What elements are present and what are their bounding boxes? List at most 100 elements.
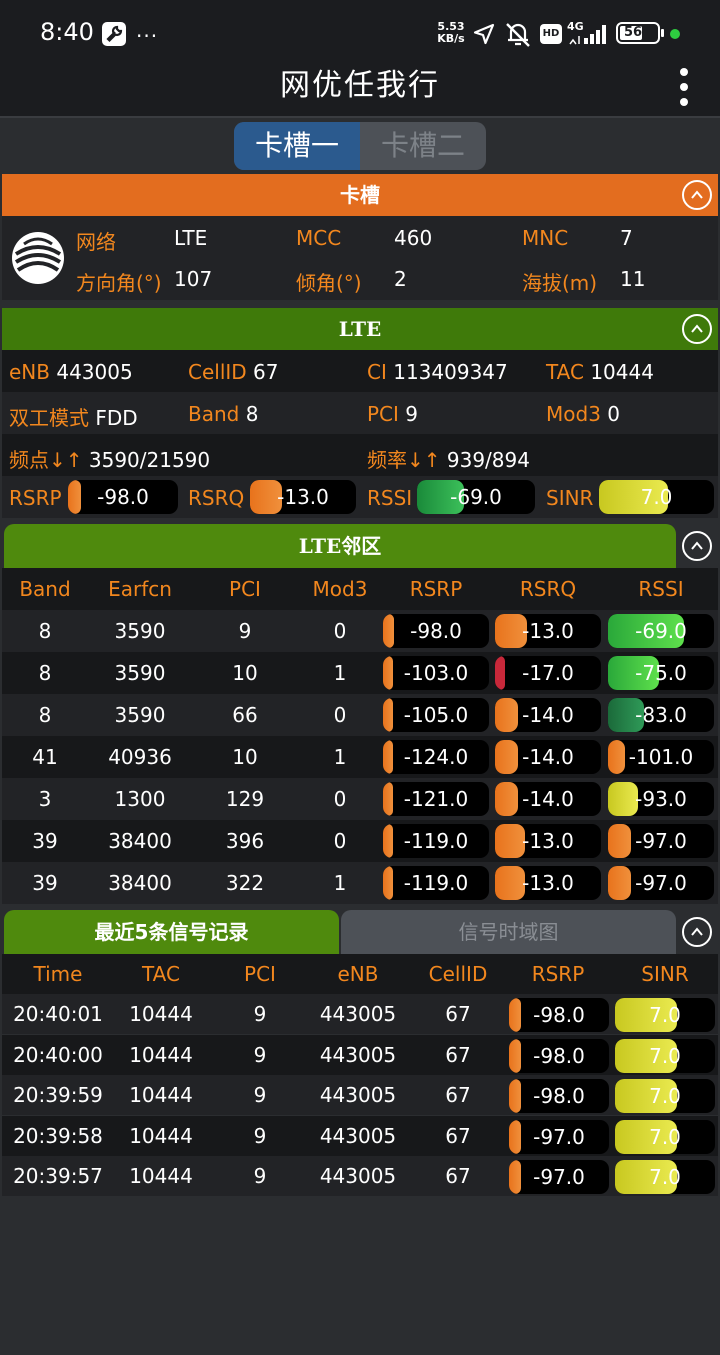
rsrq-bar-value: -13.0 <box>277 485 329 509</box>
neighbor-rsrq-bar: -13.0 <box>495 866 601 900</box>
records-col-time: Time <box>33 962 83 986</box>
collapse-records-icon[interactable] <box>682 917 712 947</box>
records-col-enb: eNB <box>337 962 379 986</box>
neighbor-rssi-bar-value: -69.0 <box>635 619 687 643</box>
label-mnc: MNC <box>522 226 569 250</box>
neighbor-rssi-bar: -101.0 <box>608 740 714 774</box>
value-tilt: 2 <box>394 267 407 291</box>
record-rsrp-bar: -98.0 <box>509 998 609 1032</box>
lte-cellid: CellID 67 <box>188 360 279 384</box>
neighbor-cell-mod3: 0 <box>333 703 347 727</box>
record-cell-cellid: 67 <box>445 1002 471 1026</box>
record-sinr-bar-value: 7.0 <box>649 1003 681 1027</box>
neighbor-cell-mod3: 0 <box>333 787 347 811</box>
record-rsrp-bar-value: -98.0 <box>533 1003 585 1027</box>
value-network: LTE <box>174 226 208 250</box>
records-col-sinr: SINR <box>641 962 689 986</box>
neighbor-rsrq-bar: -14.0 <box>495 698 601 732</box>
record-sinr-bar: 7.0 <box>615 1079 715 1113</box>
record-rsrp-bar-value: -98.0 <box>533 1043 585 1068</box>
record-cell-pci: 9 <box>253 1123 267 1148</box>
neighbors-col-rsrp: RSRP <box>409 577 463 601</box>
neighbor-rsrp-bar-value: -105.0 <box>403 703 469 727</box>
tab-sim-2[interactable]: 卡槽二 <box>360 122 486 170</box>
records-col-pci: PCI <box>244 962 276 986</box>
neighbor-rsrp-bar: -103.0 <box>383 656 489 690</box>
neighbor-rsrq-bar-value: -17.0 <box>522 661 574 685</box>
tab-sim-1[interactable]: 卡槽一 <box>234 122 360 170</box>
neighbor-cell-mod3: 1 <box>333 661 347 685</box>
record-rsrp-bar-value: -97.0 <box>533 1165 585 1189</box>
location-icon <box>472 22 496 50</box>
records-col-tac: TAC <box>142 962 180 986</box>
neighbor-cell-earfcn: 3590 <box>114 619 166 643</box>
neighbor-rsrp-bar-value: -119.0 <box>403 871 469 895</box>
neighbor-rsrp-bar: -124.0 <box>383 740 489 774</box>
neighbors-col-earfcn: Earfcn <box>108 577 172 601</box>
record-sinr-bar-value: 7.0 <box>649 1084 681 1108</box>
neighbor-cell-earfcn: 3590 <box>114 661 166 685</box>
label-rsrq: RSRQ <box>188 486 245 510</box>
more-menu-icon[interactable] <box>672 68 696 106</box>
app-title: 网优任我行 <box>280 68 440 103</box>
record-rsrp-bar: -97.0 <box>509 1119 609 1154</box>
record-cell-enb: 443005 <box>319 1002 397 1026</box>
lte-duplex: 双工模式 FDD <box>9 406 138 430</box>
neighbor-rssi-bar: -97.0 <box>608 824 714 858</box>
label-altitude: 海拔(m) <box>522 271 598 295</box>
record-rsrp-bar: -98.0 <box>509 1038 609 1073</box>
neighbor-rsrq-bar: -14.0 <box>495 782 601 816</box>
neighbors-col-rsrq: RSRQ <box>519 577 577 601</box>
record-cell-time: 20:39:59 <box>13 1083 103 1107</box>
record-rsrp-bar-value: -98.0 <box>533 1084 585 1108</box>
records-col-cellid: CellID <box>428 962 488 986</box>
neighbor-rsrp-bar: -119.0 <box>383 824 489 858</box>
lte-tac: TAC 10444 <box>546 360 654 384</box>
neighbor-rsrq-bar: -14.0 <box>495 740 601 774</box>
neighbor-rssi-bar: -97.0 <box>608 866 714 900</box>
collapse-neighbors-icon[interactable] <box>682 531 712 561</box>
lte-header: LTE <box>2 308 718 350</box>
rssi-bar-value: -69.0 <box>450 485 502 509</box>
neighbor-rsrp-bar: -121.0 <box>383 782 489 816</box>
collapse-lte-icon[interactable] <box>682 314 712 344</box>
signal-icon <box>568 22 610 50</box>
record-cell-pci: 9 <box>253 1083 267 1107</box>
lte-earfcn: 频点↓↑ 3590/21590 <box>9 448 211 472</box>
value-altitude: 11 <box>620 267 646 291</box>
neighbor-rsrq-bar-value: -13.0 <box>522 829 574 853</box>
neighbor-rssi-bar-value: -97.0 <box>635 871 687 895</box>
label-azimuth: 方向角(°) <box>76 271 162 295</box>
record-cell-time: 20:40:00 <box>13 1042 103 1067</box>
neighbor-rssi-bar-value: -101.0 <box>628 745 694 769</box>
record-cell-enb: 443005 <box>319 1042 397 1067</box>
sim-slot-tabs: 卡槽一 卡槽二 <box>234 122 486 170</box>
record-sinr-bar: 7.0 <box>615 1119 715 1154</box>
record-cell-pci: 9 <box>253 1002 267 1026</box>
tab-signal-timeline[interactable]: 信号时域图 <box>341 910 676 954</box>
label-rsrp: RSRP <box>9 486 62 510</box>
neighbor-rsrp-bar: -119.0 <box>383 866 489 900</box>
neighbor-cell-earfcn: 38400 <box>108 829 172 853</box>
wrench-icon <box>102 22 126 46</box>
lte-ci: CI 113409347 <box>367 360 508 384</box>
neighbor-cell-earfcn: 40936 <box>108 745 172 769</box>
neighbor-rsrp-bar-value: -98.0 <box>410 619 462 643</box>
record-sinr-bar-value: 7.0 <box>649 1124 681 1149</box>
neighbor-rsrq-bar-value: -14.0 <box>522 787 574 811</box>
neighbor-rsrp-bar-value: -119.0 <box>403 829 469 853</box>
neighbor-cell-earfcn: 38400 <box>108 871 172 895</box>
collapse-slot-icon[interactable] <box>682 180 712 210</box>
value-azimuth: 107 <box>174 267 213 291</box>
neighbor-rssi-bar-value: -83.0 <box>635 703 687 727</box>
battery-icon: 56 <box>616 22 664 44</box>
label-network: 网络 <box>76 230 116 254</box>
record-cell-tac: 10444 <box>129 1002 193 1026</box>
tab-recent-records[interactable]: 最近5条信号记录 <box>4 910 339 954</box>
record-cell-time: 20:39:58 <box>13 1123 103 1148</box>
record-sinr-bar-value: 7.0 <box>649 1165 681 1189</box>
neighbor-rsrp-bar-value: -103.0 <box>403 661 469 685</box>
record-cell-time: 20:39:57 <box>13 1164 103 1188</box>
silent-icon <box>503 20 533 52</box>
neighbor-rsrq-bar: -13.0 <box>495 824 601 858</box>
